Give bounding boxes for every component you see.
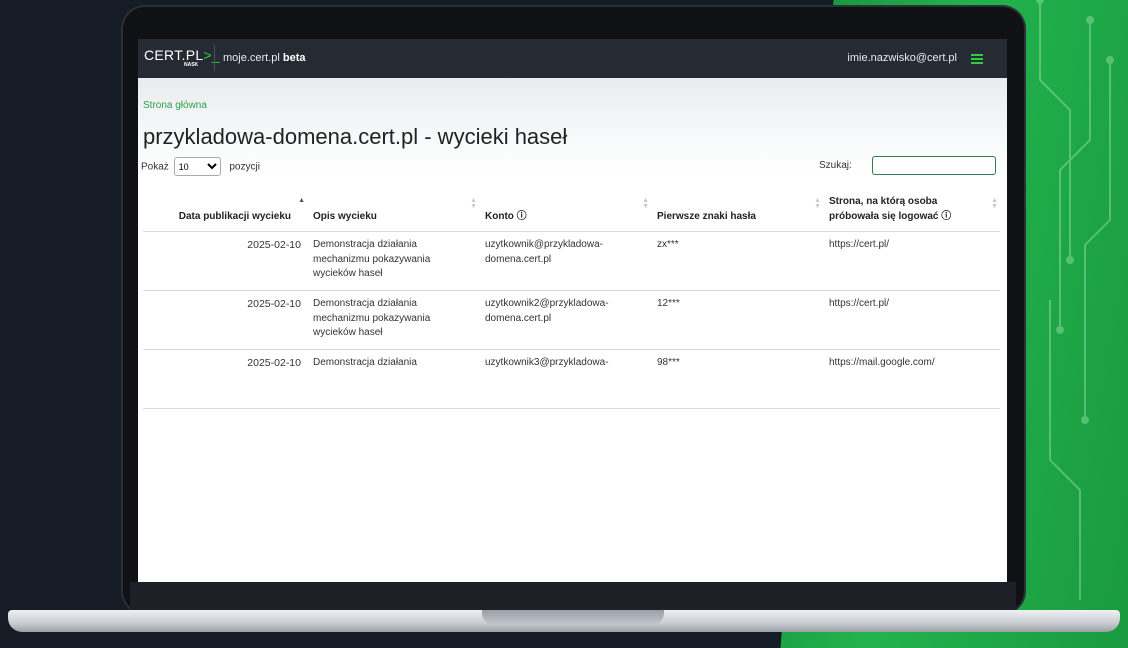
hamburger-menu-icon[interactable]: [971, 54, 983, 64]
cell-description: Demonstracja działania: [307, 349, 479, 409]
cell-site: https://mail.google.com/: [823, 349, 1000, 409]
sort-arrow-icon: ▲ ▼: [470, 197, 477, 210]
laptop-bottom-bezel: [130, 582, 1016, 610]
col-header-description[interactable]: Opis wycieku ▲ ▼: [307, 188, 479, 232]
cell-description: Demonstracja działania mechanizmu pokazy…: [307, 290, 479, 350]
laptop-notch: [482, 610, 664, 625]
main-content: Strona główna przykladowa-domena.cert.pl…: [138, 78, 1007, 582]
cell-description: Demonstracja działania mechanizmu pokazy…: [307, 231, 479, 291]
circuit-pattern-decoration: [1036, 0, 1114, 600]
cell-account: uzytkownik@przykladowa-domena.cert.pl: [479, 231, 651, 291]
cell-site: https://cert.pl/: [823, 231, 1000, 291]
app-name[interactable]: moje.cert.pl beta: [223, 52, 306, 64]
table-row: 2025-02-10 Demonstracja działania uzytko…: [143, 349, 1000, 409]
table-row: 2025-02-10 Demonstracja działania mechan…: [143, 231, 1000, 291]
table-header-row: Data publikacji wycieku ▲ Opis wycieku ▲ ▼ …: [143, 188, 1000, 232]
page-length-select[interactable]: 10: [173, 157, 221, 176]
sort-arrow-icon: ▲ ▼: [991, 197, 998, 210]
length-suffix: pozycji: [229, 161, 260, 173]
leaks-table: Data publikacji wycieku ▲ Opis wycieku ▲ ▼ …: [143, 188, 1000, 409]
cell-date: 2025-02-10: [143, 349, 307, 409]
search-label: Szukaj:: [819, 160, 852, 171]
cell-account: uzytkownik3@przykladowa-: [479, 349, 651, 409]
sort-arrow-icon: ▲ ▼: [814, 197, 821, 210]
col-header-account[interactable]: Konto ⓘ ▲ ▼: [479, 188, 651, 232]
sort-arrow-icon: ▲ ▼: [642, 197, 649, 210]
laptop-screen: CERT.PL>_ NASK moje.cert.pl beta imie.na…: [138, 39, 1007, 582]
cell-account: uzytkownik2@przykladowa-domena.cert.pl: [479, 290, 651, 350]
search-input[interactable]: [872, 156, 996, 175]
navbar-divider: [214, 45, 215, 71]
page-title: przykladowa-domena.cert.pl - wycieki has…: [143, 124, 568, 149]
length-label: Pokaż: [141, 161, 169, 173]
cell-date: 2025-02-10: [143, 231, 307, 291]
top-navbar: CERT.PL>_ NASK moje.cert.pl beta imie.na…: [138, 39, 1007, 78]
user-email[interactable]: imie.nazwisko@cert.pl: [847, 52, 957, 64]
cell-password: zx***: [651, 231, 823, 291]
cell-password: 98***: [651, 349, 823, 409]
cell-password: 12***: [651, 290, 823, 350]
logo-text: CERT.PL>_: [144, 47, 220, 63]
col-header-password[interactable]: Pierwsze znaki hasła ▲ ▼: [651, 188, 823, 232]
cell-site: https://cert.pl/: [823, 290, 1000, 350]
table-row: 2025-02-10 Demonstracja działania mechan…: [143, 290, 1000, 350]
page-length-control: Pokaż 10 pozycji: [141, 157, 260, 176]
col-header-date[interactable]: Data publikacji wycieku ▲: [143, 188, 307, 232]
breadcrumb-home-link[interactable]: Strona główna: [143, 100, 207, 111]
logo-nask: NASK: [184, 62, 199, 68]
cell-date: 2025-02-10: [143, 290, 307, 350]
col-header-site[interactable]: Strona, na którą osoba próbowała się log…: [823, 188, 1000, 232]
sort-arrow-icon: ▲: [298, 197, 305, 204]
